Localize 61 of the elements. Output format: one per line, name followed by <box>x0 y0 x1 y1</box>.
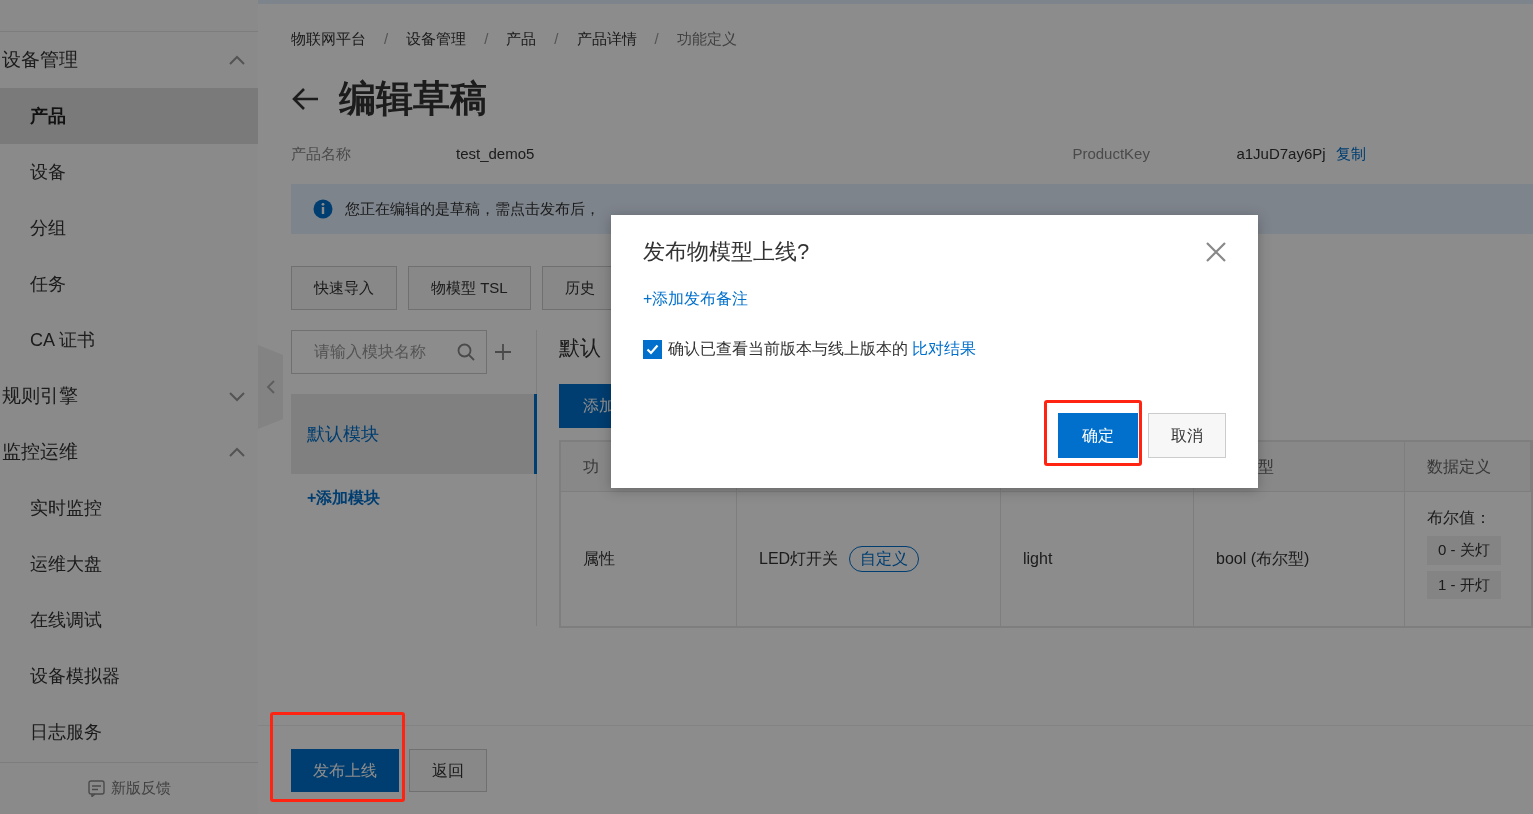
info-icon <box>313 199 333 219</box>
breadcrumb-link[interactable]: 产品 <box>506 28 537 54</box>
module-item[interactable]: 默认模块 <box>291 394 537 474</box>
toolbar-button[interactable]: 物模型 TSL <box>408 266 531 310</box>
sidebar-item[interactable]: 日志服务 <box>0 704 258 760</box>
copy-link[interactable]: 复制 <box>1335 142 1366 166</box>
sidebar-item[interactable]: 设备 <box>0 144 258 200</box>
add-note-link[interactable]: +添加发布备注 <box>643 287 749 312</box>
secondary-button[interactable]: 取消 <box>1148 413 1226 459</box>
value-tag: 0 - 关灯 <box>1427 536 1501 565</box>
info-label: 产品名称 <box>291 143 352 164</box>
close-icon <box>1206 242 1226 263</box>
checkbox[interactable] <box>643 339 662 359</box>
add-module-link[interactable]: +添加模块 <box>307 486 381 510</box>
table-cell-text: LED灯开关 <box>759 549 839 569</box>
sidebar-item[interactable]: 任务 <box>0 256 258 312</box>
search-field[interactable]: 请输入模块名称 <box>291 330 487 374</box>
chevron-left-icon <box>265 379 276 395</box>
sidebar-group[interactable]: 监控运维 <box>0 424 258 480</box>
sidebar-item[interactable]: 在线调试 <box>0 592 258 648</box>
definition-label: 布尔值： <box>1427 508 1491 528</box>
breadcrumb-separator: / <box>654 29 659 49</box>
feedback-link[interactable]: 新版反馈 <box>110 777 171 800</box>
toolbar-button[interactable]: 快速导入 <box>291 266 397 310</box>
close-button[interactable] <box>1206 242 1226 263</box>
feedback-icon <box>87 780 105 797</box>
sidebar-group[interactable]: 规则引擎 <box>0 368 258 424</box>
info-value: a1JuD7ay6Pj <box>1236 143 1326 164</box>
sidebar-item[interactable]: CA 证书 <box>0 312 258 368</box>
secondary-button[interactable]: 返回 <box>409 749 487 792</box>
sidebar-item[interactable]: 运维大盘 <box>0 536 258 592</box>
sidebar-item[interactable]: 分组 <box>0 200 258 256</box>
breadcrumb-link[interactable]: 产品详情 <box>576 28 637 54</box>
module-heading: 默认 <box>559 335 601 361</box>
sidebar-item[interactable]: 产品 <box>0 88 258 144</box>
sidebar-item[interactable]: 实时监控 <box>0 480 258 536</box>
table-cell: 属性 <box>561 492 737 626</box>
column-header: 数据定义 <box>1405 442 1531 492</box>
banner-text: 您正在编辑的是草稿，需点击发布后， <box>345 198 600 219</box>
confirm-text: 确认已查看当前版本与线上版本的 比对结果 <box>668 339 977 360</box>
sidebar-group[interactable]: 设备管理 <box>0 32 258 88</box>
table-cell: light <box>1001 492 1194 626</box>
info-value: test_demo5 <box>456 143 535 164</box>
breadcrumb-separator: / <box>484 29 489 49</box>
sidebar-item[interactable]: 设备模拟器 <box>0 648 258 704</box>
search-icon <box>457 343 475 361</box>
compare-link[interactable]: 比对结果 <box>912 340 977 358</box>
value-tag: 1 - 开灯 <box>1427 570 1501 599</box>
plus-icon <box>495 344 511 360</box>
dialog-title: 发布物模型上线? <box>643 239 810 266</box>
breadcrumb-separator: / <box>554 29 559 49</box>
primary-button[interactable]: 确定 <box>1058 413 1138 459</box>
page-title: 编辑草稿 <box>339 76 487 121</box>
add-module-button[interactable] <box>495 344 511 360</box>
breadcrumb-link[interactable]: 设备管理 <box>406 28 467 54</box>
primary-button[interactable]: 发布上线 <box>291 749 399 792</box>
breadcrumb-separator: / <box>384 29 389 49</box>
breadcrumb-link[interactable]: 物联网平台 <box>291 28 366 54</box>
table-cell: bool (布尔型) <box>1194 492 1405 626</box>
back-arrow-icon <box>291 87 319 111</box>
info-label: ProductKey <box>1072 143 1151 164</box>
